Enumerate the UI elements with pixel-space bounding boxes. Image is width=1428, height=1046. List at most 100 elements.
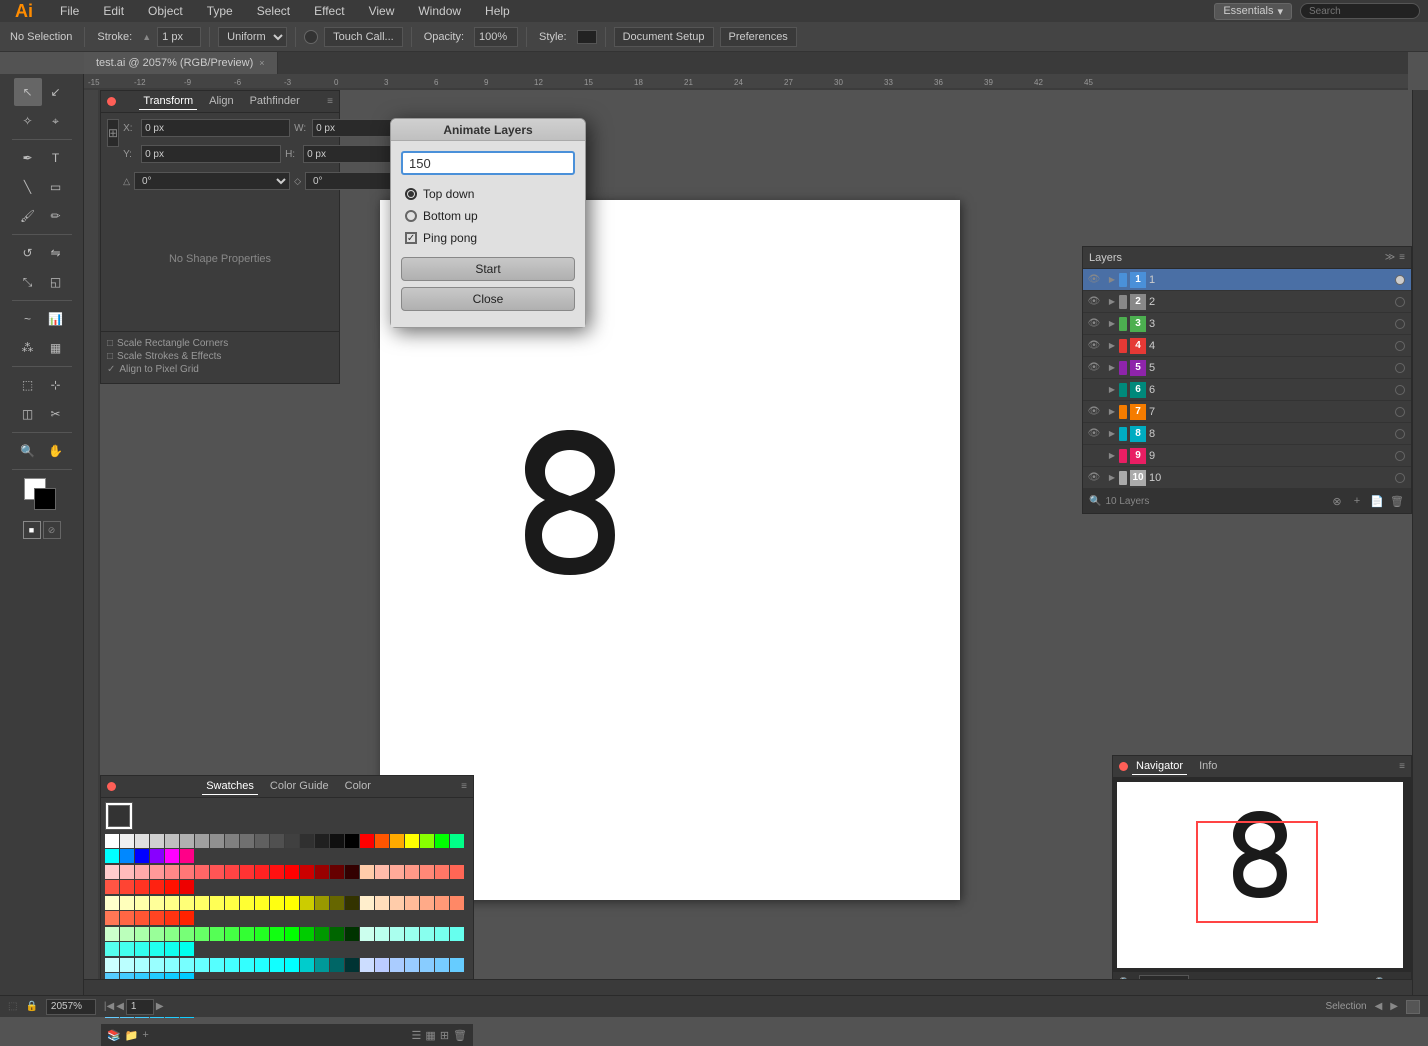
swatch-item-24[interactable]: [105, 849, 119, 863]
layer-row-7[interactable]: 👁▶77: [1083, 401, 1411, 423]
tab-transform[interactable]: Transform: [139, 93, 197, 110]
swatch-item-143[interactable]: [450, 958, 464, 972]
rotate-tool[interactable]: ↺: [14, 239, 42, 267]
status-nav-prev[interactable]: ◀: [1375, 1001, 1383, 1012]
swatch-item-76[interactable]: [345, 896, 359, 910]
swatch-item-0[interactable]: [105, 834, 119, 848]
menu-file[interactable]: File: [56, 2, 83, 20]
menu-edit[interactable]: Edit: [99, 2, 128, 20]
layer-vis-4[interactable]: [1389, 341, 1411, 351]
layer-row-8[interactable]: 👁▶88: [1083, 423, 1411, 445]
x-input[interactable]: [141, 119, 290, 137]
swatch-item-51[interactable]: [420, 865, 434, 879]
swatch-item-131[interactable]: [270, 958, 284, 972]
scale-strokes-checkbox[interactable]: □: [107, 351, 113, 362]
preferences-button[interactable]: Preferences: [720, 27, 797, 47]
layer-arrow-9[interactable]: ▶: [1105, 451, 1119, 460]
menu-window[interactable]: Window: [414, 2, 465, 20]
close-button[interactable]: Close: [401, 287, 575, 311]
swatch-item-126[interactable]: [195, 958, 209, 972]
swatch-item-16[interactable]: [345, 834, 359, 848]
swatch-item-112[interactable]: [435, 927, 449, 941]
swatch-item-115[interactable]: [120, 942, 134, 956]
new-swatch-btn[interactable]: +: [142, 1029, 148, 1041]
eraser-tool[interactable]: ◫: [14, 400, 42, 428]
warp-tool[interactable]: ~: [14, 305, 42, 333]
swatch-libraries-btn[interactable]: 📚: [107, 1029, 121, 1042]
swatch-item-125[interactable]: [180, 958, 194, 972]
swatch-item-11[interactable]: [270, 834, 284, 848]
swatch-item-13[interactable]: [300, 834, 314, 848]
swatch-item-6[interactable]: [195, 834, 209, 848]
swatch-white[interactable]: [105, 802, 133, 830]
swatch-item-59[interactable]: [180, 880, 194, 894]
swatch-item-100[interactable]: [255, 927, 269, 941]
direct-selection-tool[interactable]: ↙: [42, 78, 70, 106]
swatch-item-36[interactable]: [195, 865, 209, 879]
scrollbar-vertical[interactable]: [1412, 90, 1428, 995]
swatch-item-26[interactable]: [135, 849, 149, 863]
search-input[interactable]: [1300, 3, 1420, 19]
swatch-item-23[interactable]: [450, 834, 464, 848]
swatch-item-90[interactable]: [105, 927, 119, 941]
make-clip-mask-btn[interactable]: ⊗: [1329, 493, 1345, 509]
swatch-item-136[interactable]: [345, 958, 359, 972]
swatch-item-86[interactable]: [135, 911, 149, 925]
layer-eye-7[interactable]: 👁: [1083, 406, 1105, 417]
swatch-item-8[interactable]: [225, 834, 239, 848]
menu-effect[interactable]: Effect: [310, 2, 348, 20]
menu-view[interactable]: View: [365, 2, 399, 20]
navigator-panel-close[interactable]: [1119, 762, 1128, 771]
radio-top-down[interactable]: [405, 188, 417, 200]
new-color-group-btn[interactable]: 📁: [125, 1029, 139, 1042]
swatch-item-109[interactable]: [390, 927, 404, 941]
layer-row-2[interactable]: 👁▶22: [1083, 291, 1411, 313]
layer-row-1[interactable]: 👁▶11: [1083, 269, 1411, 291]
swatch-item-20[interactable]: [405, 834, 419, 848]
style-swatch[interactable]: [577, 30, 597, 44]
swatch-item-49[interactable]: [390, 865, 404, 879]
layer-arrow-5[interactable]: ▶: [1105, 363, 1119, 372]
swatch-item-114[interactable]: [105, 942, 119, 956]
swatch-item-107[interactable]: [360, 927, 374, 941]
reflect-tool[interactable]: ⇋: [42, 239, 70, 267]
swatch-item-82[interactable]: [435, 896, 449, 910]
zoom-tool[interactable]: 🔍: [14, 437, 42, 465]
rect-tool[interactable]: ▭: [42, 173, 70, 201]
first-page-btn[interactable]: |◀: [104, 1001, 114, 1012]
layer-vis-10[interactable]: [1389, 473, 1411, 483]
tab-close-button[interactable]: ×: [259, 58, 264, 68]
swatch-item-75[interactable]: [330, 896, 344, 910]
swatch-item-102[interactable]: [285, 927, 299, 941]
swatch-item-119[interactable]: [180, 942, 194, 956]
swatch-item-70[interactable]: [255, 896, 269, 910]
status-nav-next[interactable]: ▶: [1390, 1001, 1398, 1012]
layer-row-9[interactable]: ▶99: [1083, 445, 1411, 467]
swatch-item-130[interactable]: [255, 958, 269, 972]
swatch-item-135[interactable]: [330, 958, 344, 972]
swatch-item-120[interactable]: [105, 958, 119, 972]
layer-eye-5[interactable]: 👁: [1083, 362, 1105, 373]
swatch-item-42[interactable]: [285, 865, 299, 879]
layer-vis-5[interactable]: [1389, 363, 1411, 373]
swatch-item-71[interactable]: [270, 896, 284, 910]
selection-tool[interactable]: ↖: [14, 78, 42, 106]
swatch-item-106[interactable]: [345, 927, 359, 941]
delete-swatch-btn[interactable]: 🗑: [453, 1029, 467, 1042]
layer-vis-8[interactable]: [1389, 429, 1411, 439]
layer-row-6[interactable]: ▶66: [1083, 379, 1411, 401]
column-graph-tool[interactable]: ▦: [42, 334, 70, 362]
layer-vis-7[interactable]: [1389, 407, 1411, 417]
tab-color[interactable]: Color: [341, 778, 375, 795]
swatch-item-142[interactable]: [435, 958, 449, 972]
menu-type[interactable]: Type: [203, 2, 237, 20]
tab-swatches[interactable]: Swatches: [202, 778, 258, 795]
swatch-item-47[interactable]: [360, 865, 374, 879]
y-input[interactable]: [141, 145, 281, 163]
swatch-item-54[interactable]: [105, 880, 119, 894]
layer-row-10[interactable]: 👁▶1010: [1083, 467, 1411, 489]
swatch-item-113[interactable]: [450, 927, 464, 941]
layer-vis-1[interactable]: [1389, 275, 1411, 285]
small-thumbnail-btn[interactable]: ▦: [425, 1029, 435, 1042]
swatch-item-91[interactable]: [120, 927, 134, 941]
